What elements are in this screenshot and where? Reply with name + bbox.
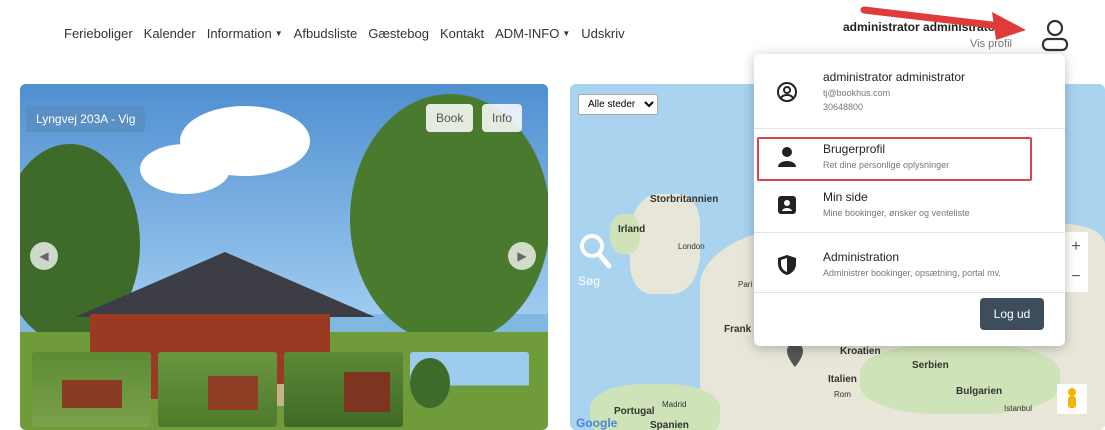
pegman-figure [1068, 388, 1076, 408]
map-label-london: London [678, 242, 705, 251]
annotation-highlight-box [757, 137, 1032, 181]
map-label-irland: Irland [618, 224, 646, 235]
thumbnail-4[interactable] [410, 352, 529, 427]
nav-information-label: Information [206, 26, 272, 41]
nav-information[interactable]: Information ▼ [207, 26, 283, 41]
user-account-icon[interactable] [1040, 18, 1070, 54]
dropdown-divider [754, 232, 1065, 233]
google-logo: Google [576, 416, 618, 430]
account-name: administrator administrator [823, 70, 966, 84]
thumb-house [344, 372, 390, 412]
map-label-spanien: Spanien [650, 420, 689, 430]
photo-gallery: Lyngvej 203A - Vig Book Info ◀ ▶ [20, 84, 548, 430]
main-nav: Ferieboliger Kalender Information ▼ Afbud… [64, 26, 636, 41]
map-label-bulgarien: Bulgarien [956, 386, 1003, 397]
search-icon[interactable] [578, 232, 612, 272]
thumb-house [62, 380, 122, 408]
map-label-madrid: Madrid [662, 400, 687, 409]
menu-min-side-sub: Mine bookinger, ønsker og venteliste [823, 208, 970, 218]
nav-afbudsliste[interactable]: Afbudsliste [294, 26, 358, 41]
map-label-italien: Italien [828, 374, 857, 385]
map-label-rom: Rom [834, 390, 851, 399]
nav-adm-info[interactable]: ADM-INFO ▼ [495, 26, 570, 41]
caret-down-icon: ▼ [274, 29, 283, 38]
nav-adm-info-label: ADM-INFO [495, 26, 560, 41]
dropdown-divider [754, 128, 1065, 129]
zoom-in-icon[interactable]: + [1064, 232, 1088, 262]
thumbnail-3[interactable] [284, 352, 403, 427]
thumbnail-2[interactable] [158, 352, 277, 427]
place-label: Lyngvej 203A - Vig [26, 106, 146, 132]
thumbnail-strip [32, 352, 529, 427]
menu-administration-title: Administration [823, 250, 900, 264]
nav-ferieboliger[interactable]: Ferieboliger [64, 26, 133, 41]
menu-min-side-title: Min side [823, 190, 868, 204]
street-view-pegman-icon[interactable] [1057, 384, 1087, 414]
house-roof [75, 252, 375, 317]
caret-down-icon: ▼ [562, 29, 571, 38]
thumb-tree [410, 358, 450, 408]
menu-min-side[interactable]: Min side Mine bookinger, ønsker og vente… [754, 182, 1065, 230]
info-button[interactable]: Info [482, 104, 523, 132]
menu-administration-sub: Administrer bookinger, opsætning, portal… [823, 268, 1001, 278]
map-label-serbien: Serbien [912, 360, 949, 371]
thumb-house [208, 376, 258, 410]
map-label-frank: Frank [724, 324, 752, 335]
map-label-kroatien: Kroatien [840, 346, 881, 357]
nav-gaestebog[interactable]: Gæstebog [368, 26, 429, 41]
account-email: tj@bookhus.com [823, 88, 891, 98]
logout-button[interactable]: Log ud [980, 298, 1044, 330]
user-circle-icon [777, 82, 797, 102]
nav-udskriv[interactable]: Udskriv [581, 26, 624, 41]
map-label-paris: Pari [738, 280, 753, 289]
nav-kalender[interactable]: Kalender [144, 26, 196, 41]
map-label-portugal: Portugal [614, 406, 655, 417]
map-label-istanbul: Istanbul [1004, 404, 1033, 413]
next-photo-button[interactable]: ▶ [508, 242, 536, 270]
location-select[interactable]: Alle steder [578, 94, 658, 115]
menu-administration[interactable]: Administration Administrer bookinger, op… [754, 240, 1065, 290]
chevron-left-icon: ◀ [39, 249, 49, 263]
annotation-arrow-icon [860, 6, 1026, 40]
id-card-icon [778, 196, 796, 214]
dropdown-divider [754, 292, 1065, 293]
shield-icon [778, 255, 796, 275]
chevron-right-icon: ▶ [517, 249, 527, 263]
map-label-storbritannien: Storbritannien [650, 194, 719, 205]
cloud-shape [140, 144, 230, 194]
account-phone: 30648800 [823, 102, 864, 112]
book-button[interactable]: Book [426, 104, 474, 132]
prev-photo-button[interactable]: ◀ [30, 242, 58, 270]
account-dropdown: administrator administrator tj@bookhus.c… [754, 54, 1065, 346]
thumbnail-1[interactable] [32, 352, 151, 427]
search-label: Søg [578, 274, 601, 288]
account-info: administrator administrator tj@bookhus.c… [754, 54, 1065, 128]
zoom-control: + − [1064, 232, 1088, 292]
nav-kontakt[interactable]: Kontakt [440, 26, 484, 41]
zoom-out-icon[interactable]: − [1064, 262, 1088, 292]
